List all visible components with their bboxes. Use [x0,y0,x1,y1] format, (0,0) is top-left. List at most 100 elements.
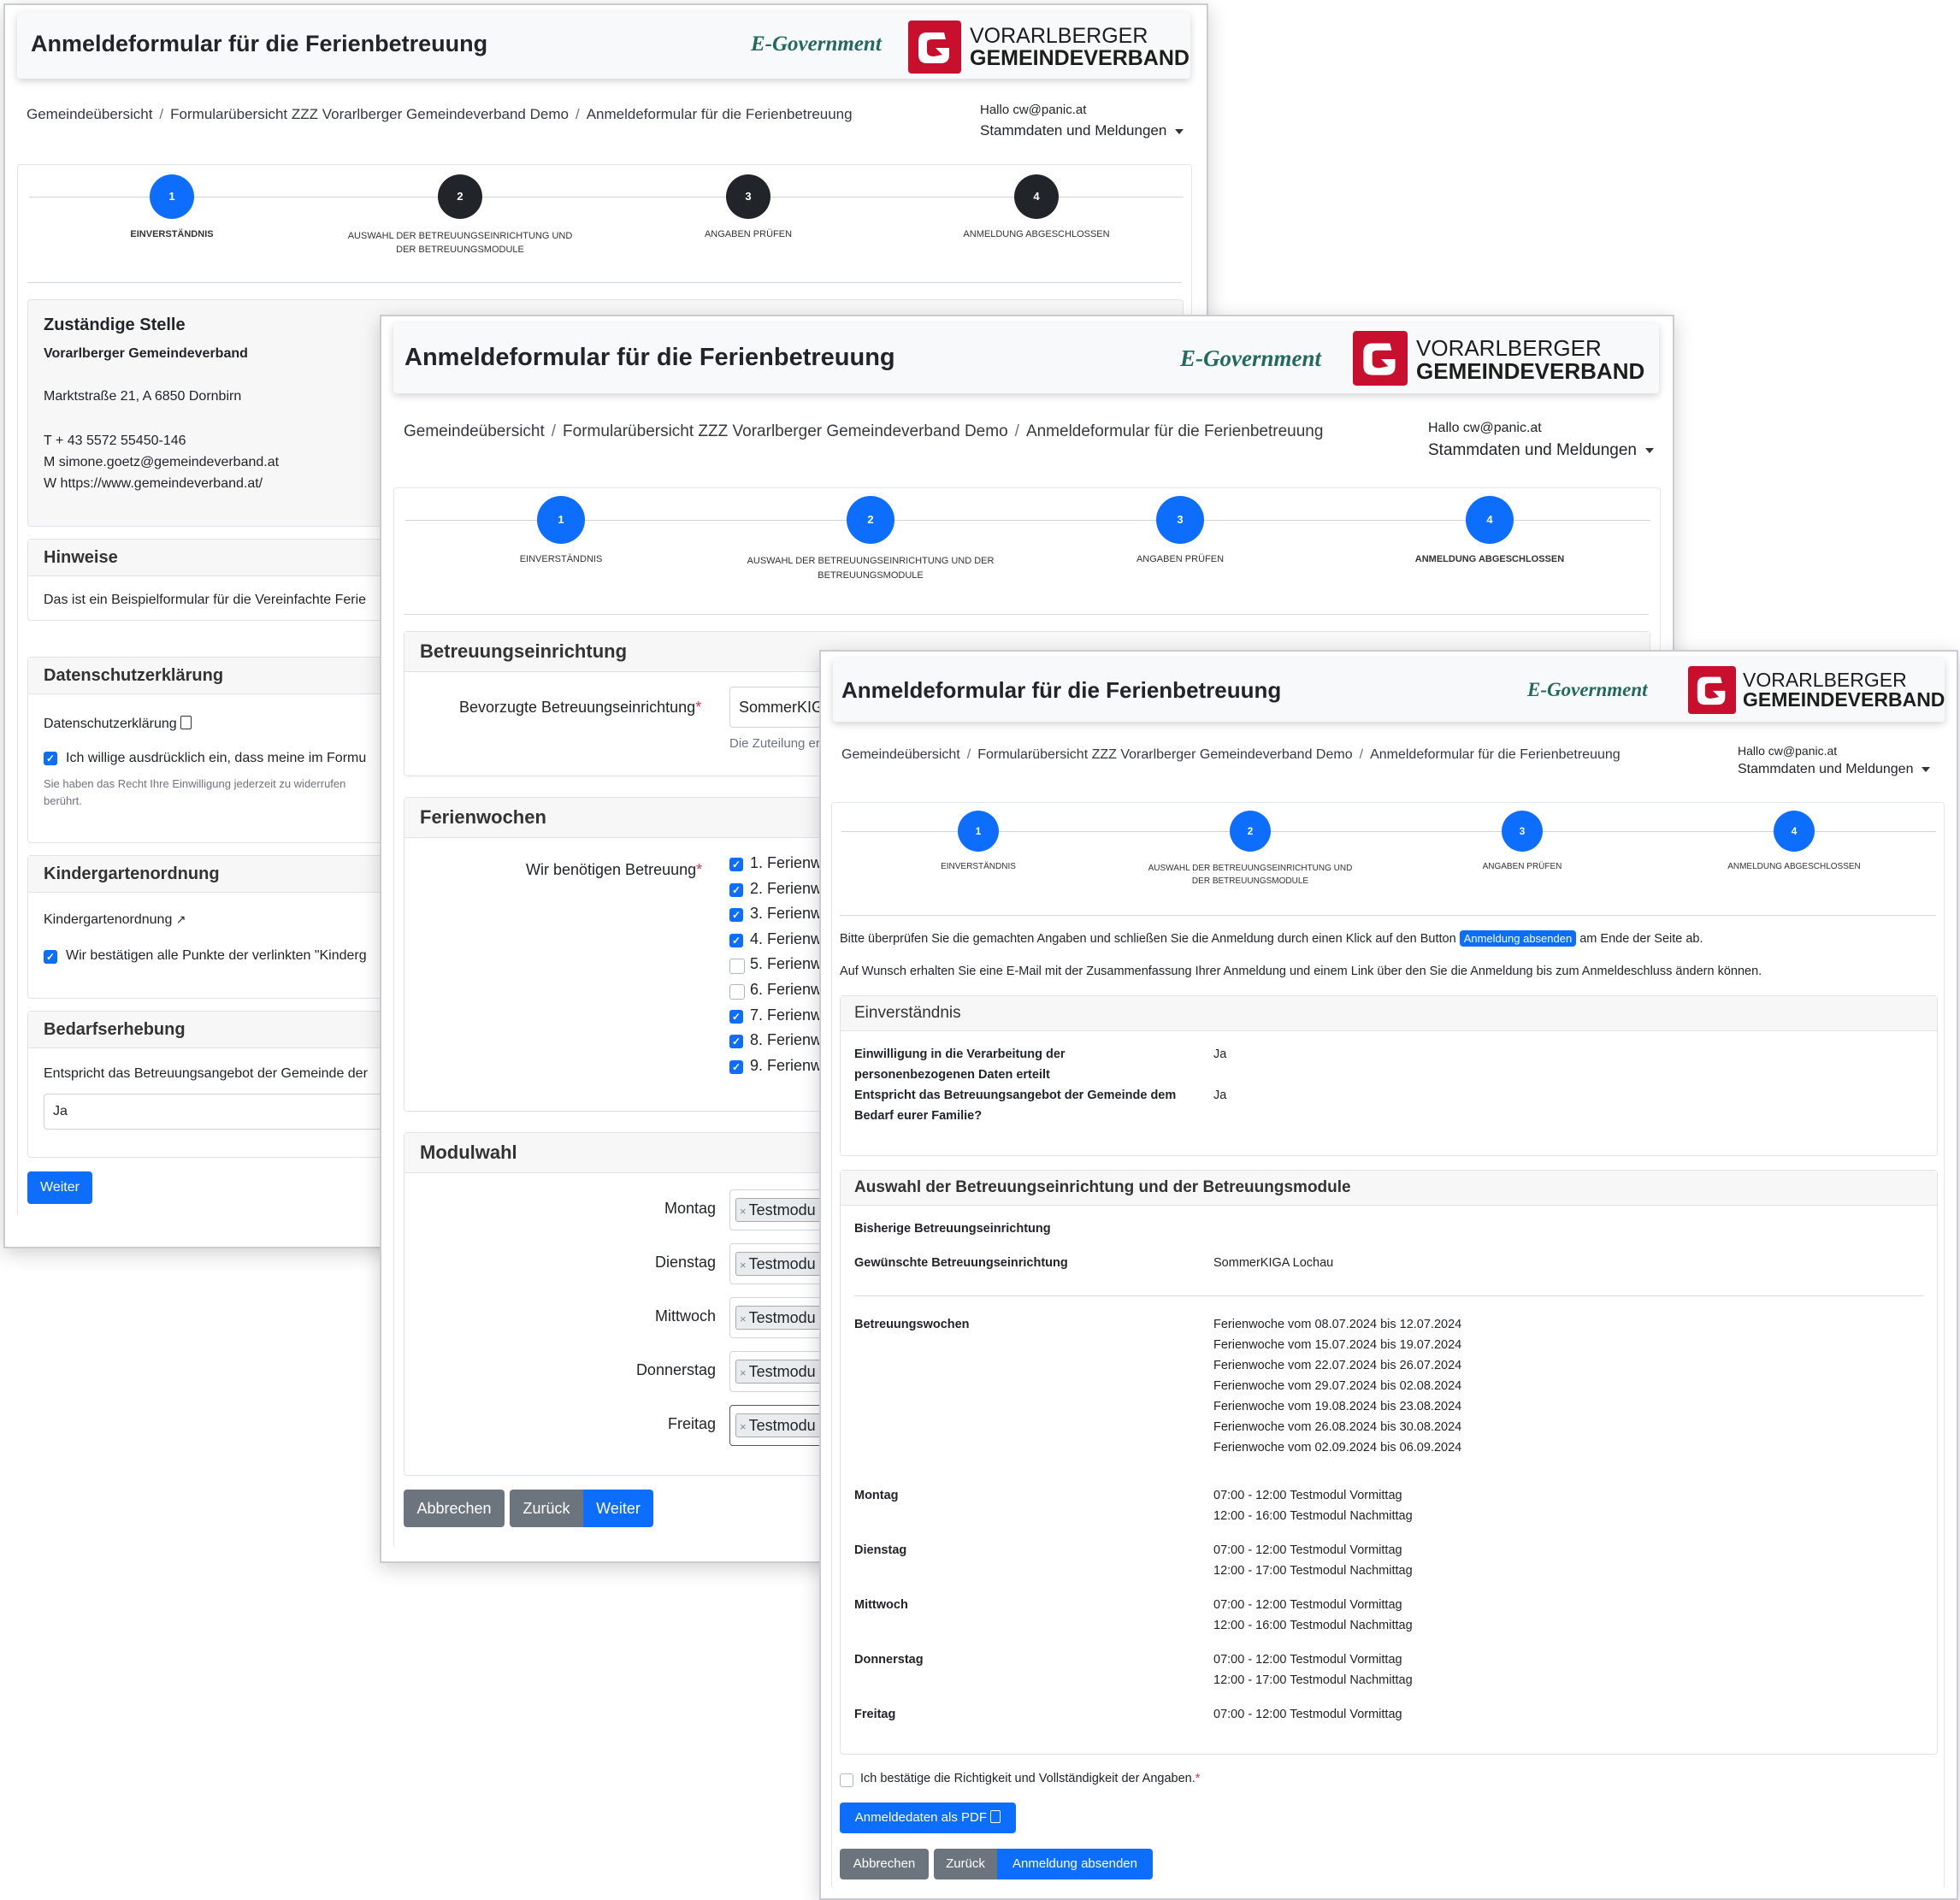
breadcrumb-item: Anmeldeformular für die Ferienbetreuung [1370,747,1621,762]
module-tag[interactable]: × Testmodu [735,1252,824,1276]
privacy-link[interactable]: Datenschutzerklärung [44,716,192,732]
week-checkbox[interactable]: ✓ [729,858,743,871]
module-tag[interactable]: × Testmodu [735,1306,824,1330]
gemeindeverband-logo-icon [908,21,961,74]
summary-day-value: 12:00 - 16:00 Testmodul Nachmittag [1213,1619,1413,1632]
back-button[interactable]: Zurück [934,1849,997,1879]
week-label: 1. Ferienw [750,854,823,871]
summary-day-value: 12:00 - 17:00 Testmodul Nachmittag [1213,1673,1413,1687]
app-header: Anmeldeformular für die Ferienbetreuung … [393,323,1659,393]
kiga-link[interactable]: Kindergartenordnung ↗ [44,912,186,928]
divider [840,915,1936,916]
step-circle-4: 4 [1014,174,1059,219]
privacy-checkbox[interactable]: ✓ [44,752,57,765]
window-step-3: Anmeldeformular für die Ferienbetreuung … [819,650,1958,1900]
kiga-checkbox[interactable]: ✓ [44,950,57,964]
week-checkbox[interactable]: ✓ [729,1059,743,1074]
back-button[interactable]: Zurück [510,1490,583,1527]
breadcrumb-item[interactable]: Gemeindeübersicht [27,106,152,122]
week-checkbox[interactable] [729,959,745,975]
next-button[interactable]: Weiter [27,1171,92,1204]
remove-tag-icon[interactable]: × [740,1313,747,1325]
user-menu[interactable]: Hallo cw@panic.at Stammdaten und Meldung… [980,103,1184,139]
remove-tag-icon[interactable]: × [740,1259,747,1272]
page-title: Anmeldeformular für die Ferienbetreuung [31,31,488,56]
submit-button[interactable]: Anmeldung absenden [997,1849,1153,1879]
user-menu[interactable]: Hallo cw@panic.at Stammdaten und Meldung… [1428,421,1654,460]
summary-day-value: 12:00 - 16:00 Testmodul Nachmittag [1213,1509,1413,1523]
user-greeting: Hallo cw@panic.at [980,103,1087,117]
week-checkbox[interactable]: ✓ [729,908,743,923]
breadcrumb-item[interactable]: Gemeindeübersicht [404,422,545,440]
breadcrumb-item[interactable]: Formularübersicht ZZZ Vorarlberger Gemei… [563,422,1008,440]
step-circle-4: 4 [1774,811,1815,852]
step-circle-3: 3 [1156,496,1204,544]
module-tag-label: Testmodu [748,1309,816,1326]
breadcrumb-item[interactable]: Formularübersicht ZZZ Vorarlberger Gemei… [977,747,1352,762]
week-checkbox[interactable]: ✓ [729,882,743,897]
step-circle-1: 1 [150,174,194,219]
next-button[interactable]: Weiter [583,1490,653,1527]
divider [27,282,1182,283]
kiga-link-label[interactable]: Kindergartenordnung [44,912,172,927]
facility-label: Bevorzugte Betreuungseinrichtung* [459,699,701,717]
breadcrumb-item[interactable]: Gemeindeübersicht [841,747,960,762]
user-menu-label[interactable]: Stammdaten und Meldungen [1738,762,1913,776]
module-day-label: Freitag [667,1415,716,1432]
contact-org: Vorarlberger Gemeindeverband [44,346,248,361]
confirm-label: Ich bestätige die Richtigkeit und Vollst… [860,1772,1200,1785]
user-menu-label[interactable]: Stammdaten und Meldungen [1428,441,1637,459]
summary-label: Entspricht das Betreuungsangebot der Gem… [854,1089,1177,1102]
week-checkbox[interactable]: ✓ [729,1035,743,1049]
step-label-2: AUSWAHL DER BETREUUNGSEINRICHTUNG UND DE… [747,556,995,581]
stepper-line [29,197,1184,198]
user-menu[interactable]: Hallo cw@panic.at Stammdaten und Meldung… [1738,744,1931,777]
week-checkbox[interactable]: ✓ [729,933,743,947]
remove-tag-icon[interactable]: × [740,1366,747,1379]
step-circle-4: 4 [1466,496,1514,544]
intro-text-1-post: am Ende der Seite ab. [1579,932,1703,946]
summary-week-value: Ferienwoche vom 26.08.2024 bis 30.08.202… [1213,1420,1462,1434]
module-tag[interactable]: × Testmodu [735,1360,824,1384]
week-checkbox[interactable]: ✓ [729,1009,743,1024]
logo-text: VORARLBERGER GEMEINDEVERBAND [970,24,1190,69]
summary-label: personenbezogenen Daten erteilt [854,1068,1050,1082]
step-circle-3: 3 [1502,811,1543,852]
module-tag[interactable]: × Testmodu [735,1198,824,1222]
contact-web[interactable]: W https://www.gemeindeverband.at/ [44,476,263,492]
confirm-checkbox[interactable] [840,1773,853,1787]
breadcrumb-item[interactable]: Formularübersicht ZZZ Vorarlberger Gemei… [170,106,569,122]
weeks-label-text: Wir benötigen Betreuung [526,861,697,878]
gemeindeverband-logo-icon [1688,666,1736,714]
summary-label: Bedarf eurer Familie? [854,1109,983,1123]
cancel-button[interactable]: Abbrechen [840,1849,929,1879]
module-day-label: Mittwoch [654,1307,716,1325]
pdf-icon [180,716,192,729]
facility-select-value: SommerKIG [739,699,824,716]
pdf-download-button[interactable]: Anmeldedaten als PDF [840,1803,1016,1833]
logo-line-1: VORARLBERGER [970,24,1148,48]
cancel-button[interactable]: Abbrechen [404,1490,505,1527]
summary-week-value: Ferienwoche vom 02.09.2024 bis 06.09.202… [1213,1441,1462,1455]
module-tag[interactable]: × Testmodu [735,1413,824,1437]
week-checkbox[interactable] [729,984,745,1000]
week-label: 6. Ferienw [750,981,823,998]
pdf-download-label: Anmeldedaten als PDF [854,1810,988,1825]
privacy-link-label[interactable]: Datenschutzerklärung [44,717,177,731]
egov-label: E-Government [1527,679,1648,700]
summary-day-label: Donnerstag [854,1653,924,1667]
consent-summary-card: Einverständnis Einwilligung in die Verar… [840,995,1938,1156]
remove-tag-icon[interactable]: × [740,1420,747,1433]
privacy-note: Sie haben das Recht Ihre Einwilligung je… [44,777,346,790]
logo-line-2: GEMEINDEVERBAND [1416,357,1645,384]
summary-day-label: Mittwoch [854,1598,908,1612]
contact-mail[interactable]: M simone.goetz@gemeindeverband.at [44,455,279,470]
summary-label: Betreuungswochen [854,1318,970,1331]
breadcrumb-item: Anmeldeformular für die Ferienbetreuung [586,106,853,122]
user-menu-label[interactable]: Stammdaten und Meldungen [980,122,1166,139]
summary-day-value: 12:00 - 17:00 Testmodul Nachmittag [1213,1564,1413,1578]
page-title: Anmeldeformular für die Ferienbetreuung [404,344,895,371]
module-tag-label: Testmodu [748,1417,816,1434]
step-circle-1: 1 [537,496,585,544]
remove-tag-icon[interactable]: × [740,1205,747,1218]
